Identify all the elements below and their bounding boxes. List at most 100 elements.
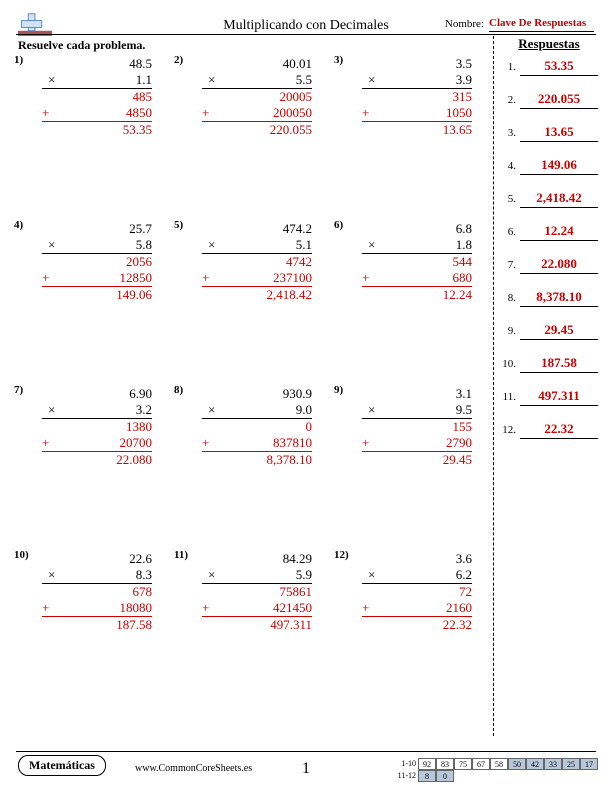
plus-sign: +	[202, 435, 209, 451]
answer-row: 3.13.65	[500, 124, 598, 142]
answer-value: 220.055	[520, 91, 598, 109]
partial-1: 1380	[42, 419, 152, 435]
score-cell: 0	[436, 770, 454, 782]
subject-badge: Matemáticas	[18, 755, 106, 776]
answer-row: 5.2,418.42	[500, 190, 598, 208]
problem: 10)22.6×8.3678+18080187.58	[14, 549, 174, 714]
multiplier-row: ×8.3	[42, 567, 152, 584]
plus-sign: +	[202, 600, 209, 616]
score-cell: 11-12	[398, 770, 418, 782]
result: 497.311	[202, 617, 312, 633]
multiplier-row: ×9.5	[362, 402, 472, 419]
partial-2: +12850	[42, 270, 152, 287]
partial-2: +2790	[362, 435, 472, 452]
answer-value: 8,378.10	[520, 289, 598, 307]
name-value: Clave De Respuestas	[489, 17, 594, 32]
problem: 12)3.6×6.272+216022.32	[334, 549, 494, 714]
answer-value: 12.24	[520, 223, 598, 241]
partial-2: +1050	[362, 105, 472, 122]
answer-value: 22.080	[520, 256, 598, 274]
multiply-sign: ×	[208, 567, 215, 583]
score-cell: 33	[544, 758, 562, 770]
problem: 9)3.1×9.5155+279029.45	[334, 384, 494, 549]
multiply-sign: ×	[208, 237, 215, 253]
answers-column: Respuestas 1.53.352.220.0553.13.654.149.…	[493, 36, 598, 736]
plus-sign: +	[42, 600, 49, 616]
problem-number: 5)	[174, 219, 183, 231]
partial-2: +421450	[202, 600, 312, 617]
multiplier-row: ×5.5	[202, 72, 312, 89]
partial-1: 75861	[202, 584, 312, 600]
multiplicand: 40.01	[202, 56, 312, 72]
answer-number: 2.	[500, 94, 520, 106]
answer-row: 6.12.24	[500, 223, 598, 241]
plus-sign: +	[202, 105, 209, 121]
result: 2,418.42	[202, 287, 312, 303]
partial-2: +18080	[42, 600, 152, 617]
score-cell: 83	[436, 758, 454, 770]
multiplier-row: ×6.2	[362, 567, 472, 584]
score-cell: 50	[508, 758, 526, 770]
multiplicand: 6.8	[362, 221, 472, 237]
multiplier-row: ×9.0	[202, 402, 312, 419]
multiplicand: 6.90	[42, 386, 152, 402]
problem: 8) 930.9×9.00+8378108,378.10	[174, 384, 334, 549]
answer-value: 2,418.42	[520, 190, 598, 208]
plus-sign: +	[362, 435, 369, 451]
multiplier-row: ×1.8	[362, 237, 472, 254]
partial-2: +837810	[202, 435, 312, 452]
answer-number: 6.	[500, 226, 520, 238]
partial-2: +2160	[362, 600, 472, 617]
footer-divider	[16, 751, 596, 752]
result: 13.65	[362, 122, 472, 138]
multiplier-row: ×5.8	[42, 237, 152, 254]
multiply-sign: ×	[48, 567, 55, 583]
answer-value: 13.65	[520, 124, 598, 142]
answer-value: 22.32	[520, 421, 598, 439]
score-cell: 75	[454, 758, 472, 770]
result: 12.24	[362, 287, 472, 303]
result: 53.35	[42, 122, 152, 138]
plus-sign: +	[42, 435, 49, 451]
multiplicand: 930.9	[202, 386, 312, 402]
answer-row: 9.29.45	[500, 322, 598, 340]
plus-sign: +	[362, 270, 369, 286]
plus-sign: +	[362, 105, 369, 121]
problem: 1)48.5×1.1485+485053.35	[14, 54, 174, 219]
score-cell: 8	[418, 770, 436, 782]
partial-1: 155	[362, 419, 472, 435]
problems-grid: 1)48.5×1.1485+485053.352)40.01×5.520005+…	[14, 54, 494, 714]
answer-row: 1.53.35	[500, 58, 598, 76]
score-cell: 1-10	[398, 758, 418, 770]
result: 187.58	[42, 617, 152, 633]
problem: 7)6.90×3.21380+2070022.080	[14, 384, 174, 549]
answer-number: 5.	[500, 193, 520, 205]
problem-number: 1)	[14, 54, 23, 66]
answer-row: 4.149.06	[500, 157, 598, 175]
problem-number: 9)	[334, 384, 343, 396]
answer-row: 2.220.055	[500, 91, 598, 109]
result: 22.080	[42, 452, 152, 468]
page-number: 1	[302, 760, 310, 778]
multiply-sign: ×	[48, 72, 55, 88]
multiplicand: 84.29	[202, 551, 312, 567]
problem-number: 10)	[14, 549, 29, 561]
multiplicand: 3.1	[362, 386, 472, 402]
multiply-sign: ×	[368, 237, 375, 253]
problem: 6)6.8×1.8544+68012.24	[334, 219, 494, 384]
result: 8,378.10	[202, 452, 312, 468]
answer-number: 3.	[500, 127, 520, 139]
multiplier-row: ×3.9	[362, 72, 472, 89]
multiplier-row: ×1.1	[42, 72, 152, 89]
result: 220.055	[202, 122, 312, 138]
partial-1: 0	[202, 419, 312, 435]
multiply-sign: ×	[48, 402, 55, 418]
score-cell: 58	[490, 758, 508, 770]
multiplicand: 22.6	[42, 551, 152, 567]
answer-value: 53.35	[520, 58, 598, 76]
partial-2: +200050	[202, 105, 312, 122]
problem-number: 8)	[174, 384, 183, 396]
name-label: Nombre:	[445, 18, 484, 30]
multiply-sign: ×	[208, 72, 215, 88]
answer-row: 7.22.080	[500, 256, 598, 274]
